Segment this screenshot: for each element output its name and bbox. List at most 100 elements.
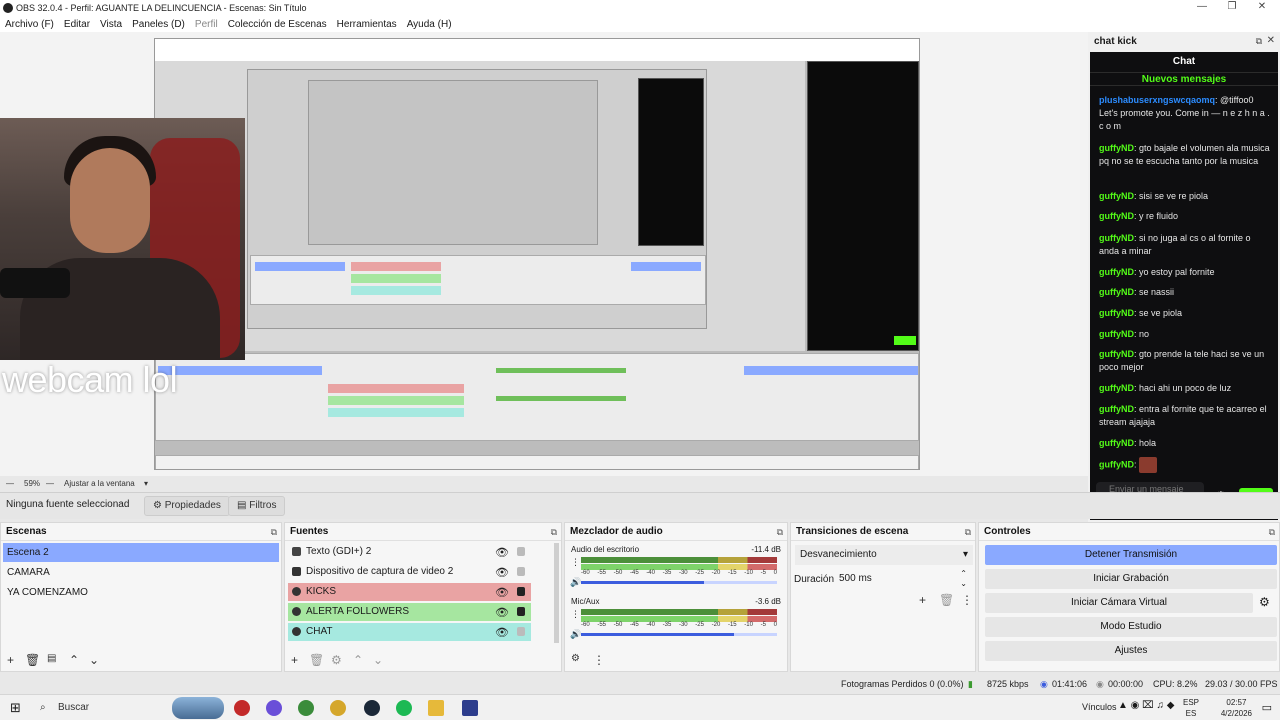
- move-down-icon[interactable]: ⌄: [373, 653, 383, 667]
- volume-slider-fill: [581, 633, 734, 636]
- app-icon-file-explorer[interactable]: [428, 700, 444, 716]
- menu-ayuda[interactable]: Ayuda (H): [402, 19, 457, 30]
- stop-stream-button[interactable]: Detener Transmisión: [985, 545, 1277, 565]
- chevron-down-icon[interactable]: ▾: [144, 479, 148, 488]
- volume-slider[interactable]: [581, 633, 777, 636]
- kebab-menu-icon[interactable]: ⋮: [961, 593, 973, 607]
- new-messages-banner[interactable]: Nuevos mensajes: [1090, 72, 1278, 86]
- transition-select[interactable]: Desvanecimiento ▾: [795, 545, 973, 565]
- notification-icon[interactable]: ▭: [1262, 701, 1272, 714]
- source-item[interactable]: CHAT 👁: [288, 623, 531, 641]
- eye-icon[interactable]: 👁: [495, 604, 509, 622]
- vinculos-label[interactable]: Vínculos: [1082, 702, 1117, 712]
- kebab-menu-icon[interactable]: ⋮: [593, 653, 605, 667]
- menu-vista[interactable]: Vista: [95, 19, 127, 30]
- scene-item[interactable]: CAMARA: [3, 563, 279, 582]
- lock-icon[interactable]: [517, 607, 525, 616]
- maximize-button[interactable]: ❐: [1218, 0, 1246, 16]
- menu-paneles[interactable]: Paneles (D): [127, 19, 190, 30]
- eye-icon[interactable]: 👁: [495, 564, 509, 582]
- dock-float-icon[interactable]: ⧉: [1256, 36, 1262, 47]
- lock-icon[interactable]: [517, 547, 525, 556]
- source-item[interactable]: ALERTA FOLLOWERS 👁: [288, 603, 531, 621]
- app-icon-steam[interactable]: [364, 700, 380, 716]
- move-up-icon[interactable]: ⌃: [69, 653, 79, 667]
- volume-meter: [581, 557, 777, 563]
- cpu-usage: CPU: 8.2%: [1153, 679, 1198, 689]
- settings-button[interactable]: Ajustes: [985, 641, 1277, 661]
- nested-recursive-capture-2: [308, 80, 598, 245]
- chat-dock: chat kick ⧉ ✕ Chat Nuevos mensajes plush…: [1088, 32, 1280, 522]
- language-indicator[interactable]: ESP ES: [1183, 697, 1199, 719]
- eye-icon[interactable]: 👁: [495, 584, 509, 602]
- menu-editar[interactable]: Editar: [59, 19, 95, 30]
- spin-down-icon[interactable]: ⌄: [960, 574, 967, 594]
- tray-icons[interactable]: ▲ ◉ ⌧ ♫ ◆: [1118, 700, 1174, 711]
- app-icon-obs[interactable]: [234, 700, 250, 716]
- dock-float-icon[interactable]: ⧉: [271, 523, 277, 541]
- menu-herramientas[interactable]: Herramientas: [332, 19, 402, 30]
- add-icon[interactable]: +: [291, 653, 298, 667]
- fit-window-select[interactable]: Ajustar a la ventana: [64, 479, 135, 488]
- minimize-button[interactable]: —: [1188, 0, 1216, 16]
- chat-message: guffyND: y re fluido: [1099, 211, 1179, 221]
- mixer-settings-icon[interactable]: ⚙: [571, 653, 580, 664]
- search-highlight-image[interactable]: [172, 697, 224, 719]
- eye-icon[interactable]: 👁: [495, 624, 509, 642]
- gear-icon[interactable]: ⚙: [1259, 595, 1270, 609]
- scrollbar[interactable]: [554, 543, 559, 643]
- close-button[interactable]: ✕: [1248, 0, 1276, 16]
- gear-icon[interactable]: ⚙: [331, 653, 342, 667]
- properties-button[interactable]: ⚙ Propiedades: [144, 496, 230, 516]
- source-item[interactable]: KICKS 👁: [288, 583, 531, 601]
- fps: 29.03 / 30.00 FPS: [1205, 679, 1278, 689]
- transitions-dock: Transiciones de escena ⧉ Desvanecimiento …: [790, 522, 976, 672]
- dock-float-icon[interactable]: ⧉: [777, 523, 783, 541]
- dock-float-icon[interactable]: ⧉: [965, 523, 971, 541]
- app-icon-active[interactable]: [462, 700, 478, 716]
- app-icon-chrome-2[interactable]: [330, 700, 346, 716]
- dock-close-icon[interactable]: ✕: [1267, 35, 1275, 46]
- menu-archivo[interactable]: Archivo (F): [0, 19, 59, 30]
- studio-mode-button[interactable]: Modo Estudio: [985, 617, 1277, 637]
- duration-input[interactable]: 500 ms ⌃ ⌄: [837, 569, 973, 589]
- preview-canvas[interactable]: webcam lol: [0, 32, 1088, 476]
- clock[interactable]: 02:57 4/2/2026: [1221, 697, 1252, 719]
- lock-icon[interactable]: [517, 587, 525, 596]
- filters-button[interactable]: ▤ Filtros: [228, 496, 286, 516]
- lock-icon[interactable]: [517, 567, 525, 576]
- source-item[interactable]: Dispositivo de captura de video 2 👁: [288, 563, 531, 581]
- lock-icon[interactable]: [517, 627, 525, 636]
- scene-item[interactable]: Escena 2: [3, 543, 279, 562]
- app-icon-spotify[interactable]: [396, 700, 412, 716]
- dock-float-icon[interactable]: ⧉: [551, 523, 557, 541]
- zoom-plus-icon[interactable]: —: [46, 479, 54, 488]
- filter-icon[interactable]: ▤: [47, 653, 56, 664]
- speaker-icon[interactable]: 🔊: [570, 629, 581, 640]
- menu-perfil[interactable]: Perfil: [190, 19, 223, 30]
- move-down-icon[interactable]: ⌄: [89, 653, 99, 667]
- trash-icon[interactable]: 🗑: [939, 593, 954, 607]
- start-recording-button[interactable]: Iniciar Grabación: [985, 569, 1277, 589]
- move-up-icon[interactable]: ⌃: [353, 653, 363, 667]
- zoom-minus-icon[interactable]: —: [6, 479, 14, 488]
- dropped-frames: Fotogramas Perdidos 0 (0.0%): [841, 679, 964, 689]
- add-icon[interactable]: +: [919, 593, 926, 607]
- start-virtual-camera-button[interactable]: Iniciar Cámara Virtual: [985, 593, 1253, 613]
- trash-icon[interactable]: 🗑: [25, 653, 40, 667]
- kebab-menu-icon[interactable]: ⋮: [571, 609, 580, 620]
- volume-slider[interactable]: [581, 581, 777, 584]
- scene-item[interactable]: YA COMENZAMO: [3, 583, 279, 602]
- eye-icon[interactable]: 👁: [495, 544, 509, 562]
- source-item[interactable]: Texto (GDI+) 2 👁: [288, 543, 531, 561]
- app-icon-chrome[interactable]: [298, 700, 314, 716]
- menu-coleccion-escenas[interactable]: Colección de Escenas: [223, 19, 332, 30]
- app-icon-discord[interactable]: [266, 700, 282, 716]
- add-icon[interactable]: +: [7, 653, 14, 667]
- dock-float-icon[interactable]: ⧉: [1269, 523, 1275, 541]
- mixer-title: Mezclador de audio ⧉: [565, 523, 787, 541]
- trash-icon[interactable]: 🗑: [309, 653, 324, 667]
- kebab-menu-icon[interactable]: ⋮: [571, 557, 580, 568]
- speaker-icon[interactable]: 🔊: [570, 577, 581, 588]
- windows-start-icon[interactable]: ⊞: [10, 700, 21, 716]
